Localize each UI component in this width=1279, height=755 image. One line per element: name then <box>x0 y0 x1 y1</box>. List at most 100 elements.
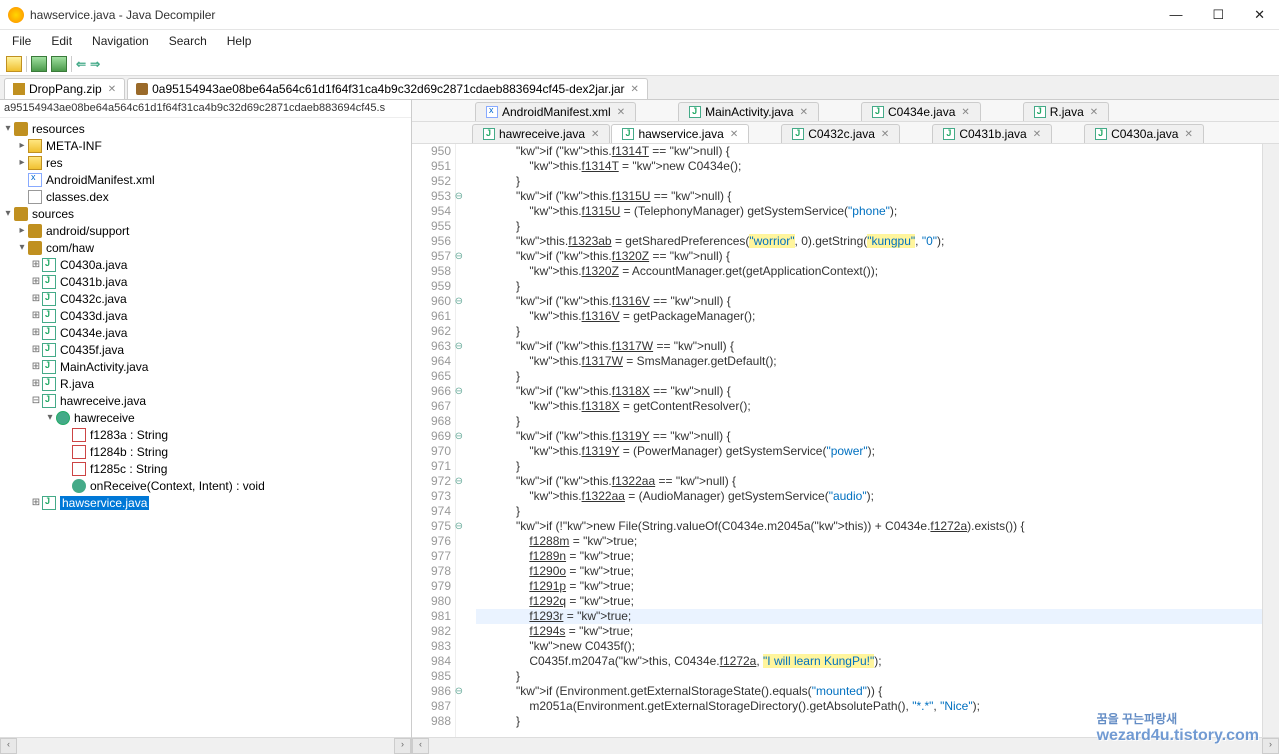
code-editor[interactable]: 950951952953⊖954955956957⊖958959960⊖9619… <box>412 144 1279 737</box>
scroll-left-button[interactable]: ‹ <box>412 738 429 754</box>
tree[interactable]: ▾resources ▸META-INF ▸res AndroidManifes… <box>0 118 411 737</box>
tree-item[interactable]: f1283a : String <box>90 428 168 442</box>
tab-mainactivity[interactable]: MainActivity.java✕ <box>678 102 819 121</box>
maximize-button[interactable]: ☐ <box>1206 7 1230 23</box>
close-button[interactable]: ✕ <box>1248 7 1271 23</box>
java-icon <box>42 496 56 510</box>
jar-icon <box>136 83 148 95</box>
app-icon <box>8 7 24 23</box>
menu-edit[interactable]: Edit <box>43 32 80 50</box>
tree-item[interactable]: hawreceive.java <box>60 394 146 408</box>
close-icon[interactable]: ✕ <box>631 84 639 95</box>
line-gutter: 950951952953⊖954955956957⊖958959960⊖9619… <box>412 144 456 737</box>
open-icon[interactable] <box>6 56 22 72</box>
editor-tabs-row-2: hawreceive.java✕ hawservice.java✕ C0432c… <box>412 122 1279 144</box>
tab-dex2jar[interactable]: 0a95154943ae08be64a564c61d1f64f31ca4b9c3… <box>127 78 648 99</box>
java-icon <box>42 309 56 323</box>
scroll-right-button[interactable]: › <box>394 738 411 754</box>
class-icon <box>56 411 70 425</box>
java-icon <box>872 106 884 118</box>
xml-icon <box>28 173 42 187</box>
tree-item[interactable]: res <box>46 156 63 170</box>
forward-icon[interactable]: ⇒ <box>90 57 100 71</box>
tree-item[interactable]: C0431b.java <box>60 275 127 289</box>
editor-tabs-row-1: AndroidManifest.xml✕ MainActivity.java✕ … <box>412 100 1279 122</box>
java-icon <box>943 128 955 140</box>
minimize-button[interactable]: — <box>1163 7 1188 22</box>
package-icon <box>28 241 42 255</box>
tree-item[interactable]: C0433d.java <box>60 309 127 323</box>
tree-item[interactable]: com/haw <box>46 241 94 255</box>
file-icon <box>28 190 42 204</box>
close-icon[interactable]: ✕ <box>617 107 625 118</box>
menu-navigation[interactable]: Navigation <box>84 32 157 50</box>
tab-droppang[interactable]: DropPang.zip ✕ <box>4 78 125 99</box>
tab-hawreceive[interactable]: hawreceive.java✕ <box>472 124 610 143</box>
tab-c0431b[interactable]: C0431b.java✕ <box>932 124 1052 143</box>
java-icon <box>42 377 56 391</box>
java-icon <box>42 343 56 357</box>
field-icon <box>72 445 86 459</box>
java-icon <box>42 326 56 340</box>
close-icon[interactable]: ✕ <box>800 107 808 118</box>
tree-item[interactable]: onReceive(Context, Intent) : void <box>90 479 265 493</box>
java-icon <box>42 394 56 408</box>
tree-item[interactable]: f1285c : String <box>90 462 167 476</box>
close-icon[interactable]: ✕ <box>1184 129 1192 140</box>
menu-search[interactable]: Search <box>161 32 215 50</box>
package-icon <box>14 122 28 136</box>
package-icon <box>14 207 28 221</box>
folder-icon <box>28 139 42 153</box>
tree-item[interactable]: C0430a.java <box>60 258 127 272</box>
tree-item[interactable]: META-INF <box>46 139 102 153</box>
tab-c0434e[interactable]: C0434e.java✕ <box>861 102 981 121</box>
java-icon <box>792 128 804 140</box>
close-icon[interactable]: ✕ <box>961 107 969 118</box>
menu-help[interactable]: Help <box>219 32 260 50</box>
tree-item[interactable]: android/support <box>46 224 129 238</box>
tree-item[interactable]: hawreceive <box>74 411 135 425</box>
vertical-scrollbar[interactable] <box>1262 144 1279 737</box>
tab-hawservice[interactable]: hawservice.java✕ <box>611 124 749 143</box>
scroll-right-button[interactable]: › <box>1262 738 1279 754</box>
tab-r[interactable]: R.java✕ <box>1023 102 1109 121</box>
tab-label: 0a95154943ae08be64a564c61d1f64f31ca4b9c3… <box>152 82 624 96</box>
zip-icon <box>13 83 25 95</box>
java-icon <box>622 128 634 140</box>
tree-item[interactable]: f1284b : String <box>90 445 168 459</box>
tree-item[interactable]: R.java <box>60 377 94 391</box>
tree-item[interactable]: C0435f.java <box>60 343 124 357</box>
tree-item[interactable]: C0434e.java <box>60 326 127 340</box>
tree-item[interactable]: classes.dex <box>46 190 109 204</box>
java-icon <box>42 258 56 272</box>
back-icon[interactable]: ⇐ <box>76 57 86 71</box>
tree-item-selected[interactable]: hawservice.java <box>60 496 149 510</box>
tree-item[interactable]: sources <box>32 207 74 221</box>
tab-c0432c[interactable]: C0432c.java✕ <box>781 124 900 143</box>
close-icon[interactable]: ✕ <box>881 129 889 140</box>
window-title: hawservice.java - Java Decompiler <box>30 8 1163 22</box>
editor-horizontal-scrollbar[interactable]: ‹ › <box>412 737 1279 754</box>
close-icon[interactable]: ✕ <box>1090 107 1098 118</box>
window-titlebar: hawservice.java - Java Decompiler — ☐ ✕ <box>0 0 1279 30</box>
tab-androidmanifest[interactable]: AndroidManifest.xml✕ <box>475 102 636 121</box>
code-content[interactable]: "kw">if ("kw">this.f1314T == "kw">null) … <box>456 144 1262 737</box>
tree-item[interactable]: MainActivity.java <box>60 360 148 374</box>
menubar: File Edit Navigation Search Help <box>0 30 1279 52</box>
horizontal-scrollbar[interactable]: ‹ › <box>0 737 411 754</box>
tab-c0430a[interactable]: C0430a.java✕ <box>1084 124 1204 143</box>
field-icon <box>72 428 86 442</box>
toolbar: ⇐ ⇒ <box>0 52 1279 76</box>
tree-item[interactable]: resources <box>32 122 85 136</box>
scroll-left-button[interactable]: ‹ <box>0 738 17 754</box>
java-icon <box>1034 106 1046 118</box>
close-icon[interactable]: ✕ <box>591 129 599 140</box>
close-icon[interactable]: ✕ <box>1033 129 1041 140</box>
close-icon[interactable]: ✕ <box>108 84 116 95</box>
tree-item[interactable]: AndroidManifest.xml <box>46 173 155 187</box>
tree-item[interactable]: C0432c.java <box>60 292 127 306</box>
save-all-icon[interactable] <box>51 56 67 72</box>
save-icon[interactable] <box>31 56 47 72</box>
close-icon[interactable]: ✕ <box>730 129 738 140</box>
menu-file[interactable]: File <box>4 32 39 50</box>
